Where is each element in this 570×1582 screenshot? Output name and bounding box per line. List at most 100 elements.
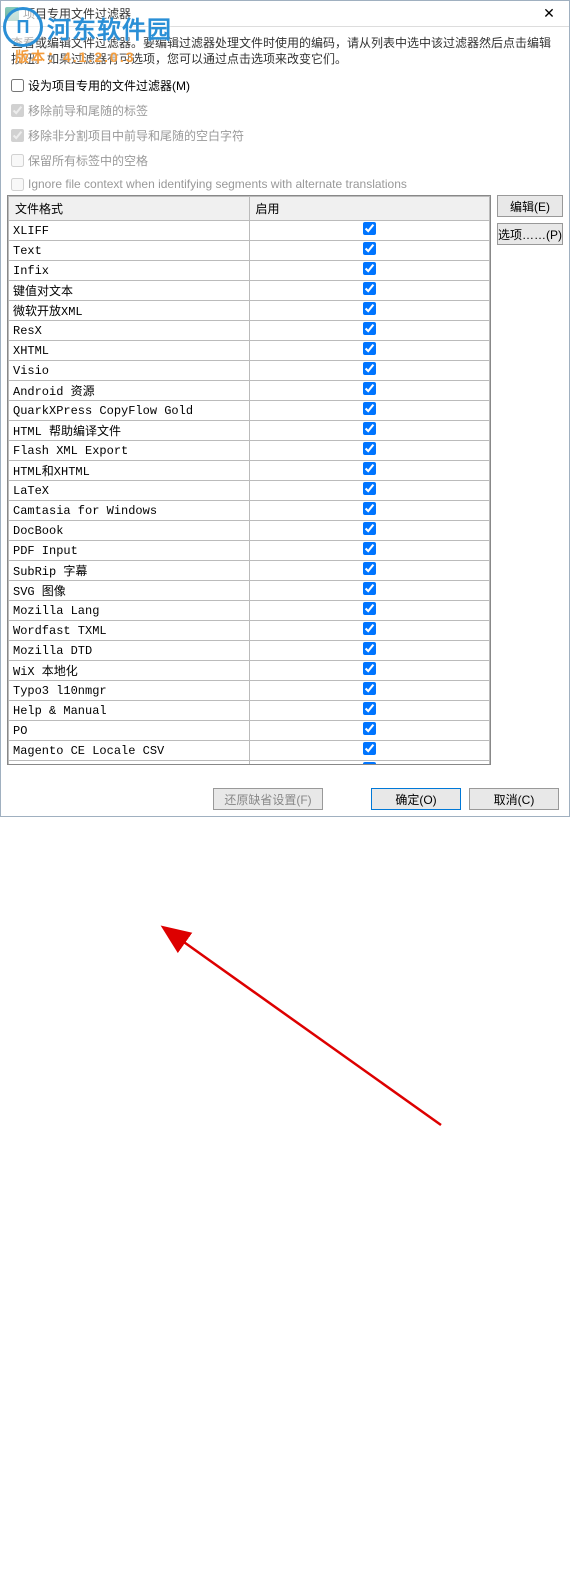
enable-checkbox[interactable] [363, 502, 376, 515]
table-row[interactable]: PDF Input [9, 541, 490, 561]
format-cell: Flash XML Export [9, 441, 250, 461]
table-row[interactable]: Visio [9, 361, 490, 381]
table-row[interactable]: Mozilla DTD [9, 641, 490, 661]
enable-checkbox[interactable] [363, 482, 376, 495]
table-row[interactable]: LaTeX [9, 481, 490, 501]
enable-cell [249, 521, 490, 541]
options-button[interactable]: 选项……(P) [497, 223, 563, 245]
enable-checkbox[interactable] [363, 362, 376, 375]
header-format[interactable]: 文件格式 [9, 197, 250, 221]
table-row[interactable]: XLIFF [9, 221, 490, 241]
close-button[interactable]: ✕ [533, 4, 565, 24]
table-row[interactable]: Text [9, 241, 490, 261]
table-row[interactable]: 键值对文本 [9, 281, 490, 301]
enable-cell [249, 761, 490, 766]
enable-cell [249, 481, 490, 501]
enable-cell [249, 561, 490, 581]
table-row[interactable]: Mozilla Lang [9, 601, 490, 621]
enable-cell [249, 661, 490, 681]
enable-checkbox[interactable] [363, 342, 376, 355]
table-row[interactable]: WiX 本地化 [9, 661, 490, 681]
checkbox-project-specific-label: 设为项目专用的文件过滤器(M) [28, 77, 190, 94]
checkbox-remove-whitespace-row: 移除非分割项目中前导和尾随的空白字符 [1, 123, 569, 148]
enable-checkbox[interactable] [363, 662, 376, 675]
cancel-button[interactable]: 取消(C) [469, 788, 559, 810]
table-row[interactable]: DocBook [9, 521, 490, 541]
enable-checkbox[interactable] [363, 422, 376, 435]
format-cell: Windows资源 [9, 761, 250, 766]
table-row[interactable]: Wordfast TXML [9, 621, 490, 641]
table-row[interactable]: Flash XML Export [9, 441, 490, 461]
table-row[interactable]: Android 资源 [9, 381, 490, 401]
checkbox-remove-lead-trail [11, 104, 24, 117]
table-row[interactable]: XHTML [9, 341, 490, 361]
table-row[interactable]: 微软开放XML [9, 301, 490, 321]
format-cell: HTML和XHTML [9, 461, 250, 481]
enable-checkbox[interactable] [363, 522, 376, 535]
enable-checkbox[interactable] [363, 622, 376, 635]
enable-cell [249, 301, 490, 321]
enable-checkbox[interactable] [363, 282, 376, 295]
enable-cell [249, 401, 490, 421]
checkbox-remove-whitespace [11, 129, 24, 142]
enable-checkbox[interactable] [363, 542, 376, 555]
enable-checkbox[interactable] [363, 462, 376, 475]
enable-checkbox[interactable] [363, 602, 376, 615]
table-row[interactable]: SVG 图像 [9, 581, 490, 601]
table-row[interactable]: Magento CE Locale CSV [9, 741, 490, 761]
enable-cell [249, 461, 490, 481]
edit-button[interactable]: 编辑(E) [497, 195, 563, 217]
table-row[interactable]: HTML和XHTML [9, 461, 490, 481]
enable-checkbox[interactable] [363, 402, 376, 415]
restore-defaults-button[interactable]: 还原缺省设置(F) [213, 788, 323, 810]
table-row[interactable]: Windows资源 [9, 761, 490, 766]
format-cell: Visio [9, 361, 250, 381]
format-cell: 键值对文本 [9, 281, 250, 301]
format-cell: SVG 图像 [9, 581, 250, 601]
enable-checkbox[interactable] [363, 562, 376, 575]
table-row[interactable]: HTML 帮助编译文件 [9, 421, 490, 441]
format-cell: HTML 帮助编译文件 [9, 421, 250, 441]
format-cell: PDF Input [9, 541, 250, 561]
enable-checkbox[interactable] [363, 262, 376, 275]
format-cell: XLIFF [9, 221, 250, 241]
app-icon [5, 7, 19, 21]
table-row[interactable]: PO [9, 721, 490, 741]
enable-checkbox[interactable] [363, 702, 376, 715]
enable-checkbox[interactable] [363, 382, 376, 395]
checkbox-preserve-spaces-row: 保留所有标签中的空格 [1, 148, 569, 173]
enable-checkbox[interactable] [363, 322, 376, 335]
table-row[interactable]: QuarkXPress CopyFlow Gold [9, 401, 490, 421]
enable-checkbox[interactable] [363, 302, 376, 315]
enable-cell [249, 721, 490, 741]
format-cell: ResX [9, 321, 250, 341]
enable-checkbox[interactable] [363, 762, 376, 765]
header-enable[interactable]: 启用 [249, 197, 490, 221]
table-row[interactable]: SubRip 字幕 [9, 561, 490, 581]
table-row[interactable]: ResX [9, 321, 490, 341]
enable-checkbox[interactable] [363, 222, 376, 235]
enable-checkbox[interactable] [363, 682, 376, 695]
enable-cell [249, 241, 490, 261]
enable-cell [249, 681, 490, 701]
enable-cell [249, 641, 490, 661]
enable-cell [249, 441, 490, 461]
enable-checkbox[interactable] [363, 742, 376, 755]
enable-cell [249, 281, 490, 301]
table-row[interactable]: Camtasia for Windows [9, 501, 490, 521]
table-row[interactable]: Typo3 l10nmgr [9, 681, 490, 701]
format-cell: Mozilla Lang [9, 601, 250, 621]
enable-checkbox[interactable] [363, 242, 376, 255]
enable-checkbox[interactable] [363, 442, 376, 455]
enable-checkbox[interactable] [363, 722, 376, 735]
enable-checkbox[interactable] [363, 642, 376, 655]
format-cell: XHTML [9, 341, 250, 361]
ok-button[interactable]: 确定(O) [371, 788, 461, 810]
checkbox-project-specific[interactable] [11, 79, 24, 92]
enable-checkbox[interactable] [363, 582, 376, 595]
enable-cell [249, 501, 490, 521]
filter-table-container: 文件格式 启用 XLIFFTextInfix键值对文本微软开放XMLResXXH… [7, 195, 491, 765]
enable-cell [249, 601, 490, 621]
table-row[interactable]: Infix [9, 261, 490, 281]
table-row[interactable]: Help & Manual [9, 701, 490, 721]
